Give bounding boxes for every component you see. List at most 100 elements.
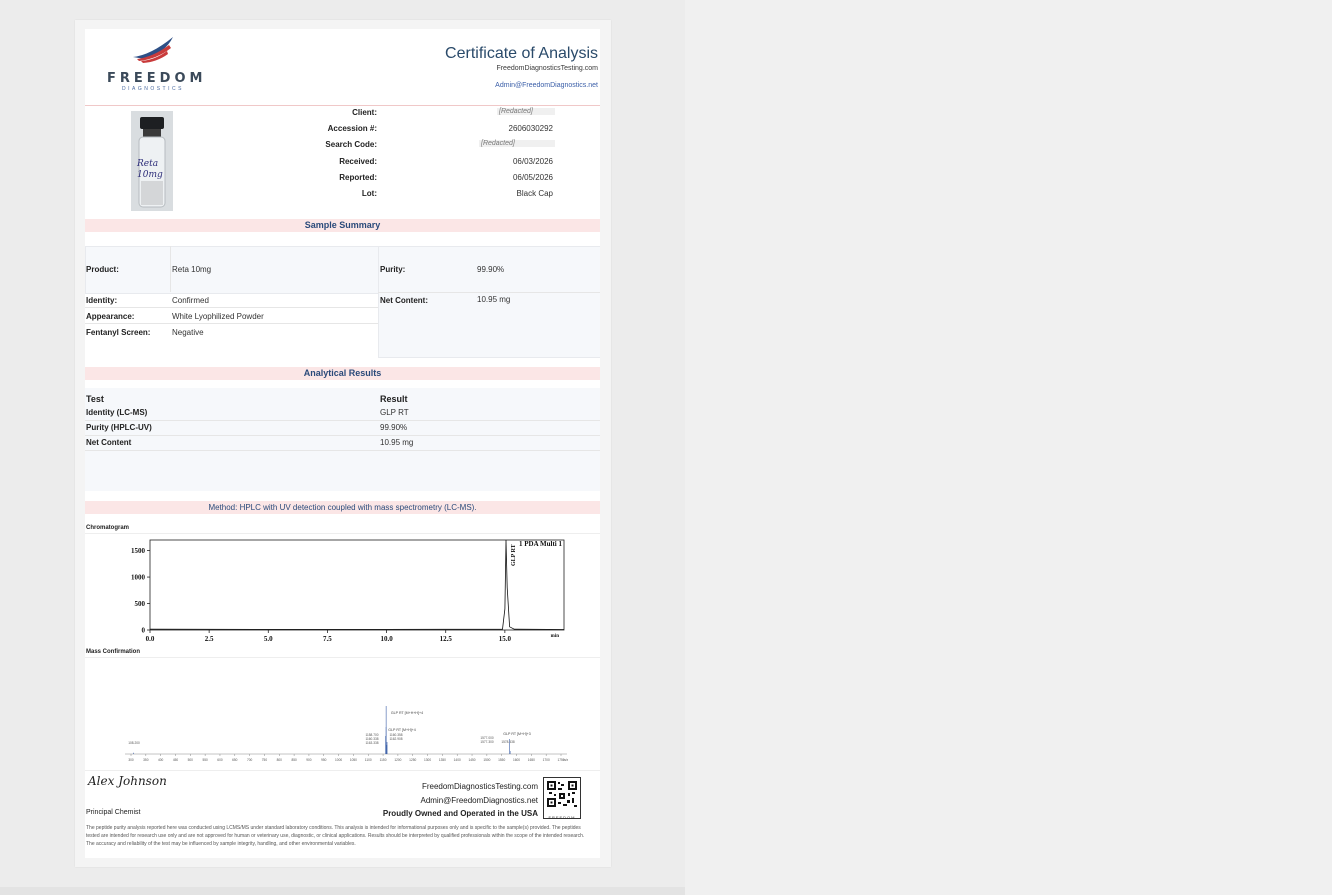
results-col-test: Test — [86, 394, 104, 404]
x-tick-label: 15.0 — [499, 635, 512, 643]
ion-label: GLP RT [M+H]+4 — [388, 728, 416, 732]
appearance-value: White Lyophilized Powder — [172, 312, 264, 321]
qr-code-icon — [547, 781, 577, 807]
ion-label: GLP RT [M+H+H]+4 — [391, 711, 423, 715]
qr-code[interactable]: FREEDOM — [543, 777, 581, 820]
x-tick-label: 2.5 — [205, 635, 214, 643]
mass-x-tick-label: 650 — [232, 758, 238, 762]
mass-x-tick-label: 1100 — [365, 758, 372, 762]
footer-divider — [85, 770, 600, 771]
results-value: 10.95 mg — [380, 438, 414, 447]
mass-x-tick-label: 1450 — [468, 758, 475, 762]
footer-email[interactable]: Admin@FreedomDiagnostics.net — [420, 796, 538, 805]
appearance-rowline — [85, 323, 378, 324]
header-email[interactable]: Admin@FreedomDiagnostics.net — [495, 82, 598, 89]
results-row: Net Content 10.95 mg — [85, 435, 600, 451]
meta-label: Received: — [339, 156, 377, 166]
chromatogram-label: Chromatogram — [86, 525, 130, 531]
document-title: Certificate of Analysis — [445, 45, 598, 62]
mass-x-tick-label: 1150 — [380, 758, 387, 762]
mass-x-tick-label: 550 — [202, 758, 208, 762]
mass-x-tick-label: 900 — [306, 758, 312, 762]
meta-value: 06/05/2026 — [512, 172, 553, 182]
meta-value: 2606030292 — [508, 124, 554, 134]
ion-label: GLP RT [M+H]+3 — [503, 732, 531, 736]
mass-x-tick-label: 1250 — [409, 758, 416, 762]
meta-value: [Redacted] — [479, 140, 555, 148]
meta-label: Search Code: — [325, 140, 377, 150]
purity-rowline — [378, 292, 600, 293]
net-content-label: Net Content: — [380, 296, 428, 305]
mass-x-tick-label: 600 — [217, 758, 223, 762]
viewer-scroll-area[interactable] — [0, 887, 685, 895]
sample-summary-heading: Sample Summary — [85, 219, 600, 232]
mass-x-tick-label: 1600 — [513, 758, 520, 762]
identity-value: Confirmed — [172, 296, 209, 305]
product-divider — [170, 246, 171, 292]
mass-x-tick-label: 450 — [173, 758, 179, 762]
meta-label: Lot: — [361, 189, 377, 198]
vial-photo: Reta 10mg — [131, 111, 173, 211]
mass-x-tick-label: 950 — [321, 758, 327, 762]
meta-value: 06/03/2026 — [512, 156, 553, 166]
meta-label: Client: — [352, 108, 377, 117]
peak-mz-label: 1162.908 — [389, 737, 402, 741]
peak-label: GLP RT — [511, 544, 517, 566]
footer-tagline: Proudly Owned and Operated in the USA — [382, 809, 538, 818]
peak-mz-label: 1577.300 — [480, 740, 494, 744]
mass-x-tick-label: 1200 — [394, 758, 401, 762]
results-test: Purity (HPLC-UV) — [86, 423, 152, 432]
mass-x-tick-label: 850 — [291, 758, 297, 762]
disclaimer-text: The peptide purity analysis reported her… — [86, 825, 585, 847]
x-axis-label: min — [551, 634, 560, 639]
chromatogram-trace — [149, 539, 565, 630]
logo-subtitle: DIAGNOSTICS — [122, 86, 184, 92]
product-value: Reta 10mg — [172, 265, 212, 274]
header-website: FreedomDiagnosticsTesting.com — [496, 65, 598, 72]
mass-x-tick-label: 750 — [262, 758, 268, 762]
method-banner: Method: HPLC with UV detection coupled w… — [85, 501, 600, 514]
results-value: 99.90% — [380, 423, 408, 432]
mass-spectrum-chart: 300 350 400 450 500 550 600 650 700 750 800 850 900 9… — [125, 706, 569, 762]
peak-mz-label: 1163.338 — [365, 741, 378, 745]
y-tick-label: 0 — [142, 627, 146, 635]
meta-label: Accession #: — [327, 124, 377, 134]
logo-wordmark: FREEDOM — [107, 71, 207, 86]
fentanyl-label: Fentanyl Screen: — [86, 328, 151, 337]
y-tick-label: 1000 — [131, 574, 146, 582]
x-tick-label: 0.0 — [146, 635, 155, 643]
x-tick-label: 10.0 — [380, 635, 393, 643]
identity-label: Identity: — [86, 296, 118, 305]
fentanyl-value: Negative — [172, 328, 204, 337]
coa-page: FREEDOM DIAGNOSTICS Certificate of Analy… — [85, 29, 600, 858]
mass-x-tick-label: 800 — [277, 758, 283, 762]
y-tick-label: 1500 — [131, 547, 146, 555]
footer-website[interactable]: FreedomDiagnosticsTesting.com — [422, 782, 538, 791]
mass-x-tick-label: 1400 — [454, 758, 461, 762]
signature: Alex Johnson — [88, 774, 167, 788]
flag-wing-logo-icon — [133, 37, 173, 63]
meta-label: Reported: — [339, 172, 377, 182]
results-col-result: Result — [380, 394, 408, 404]
purity-value: 99.90% — [477, 265, 505, 274]
x-tick-label: 7.5 — [323, 635, 332, 643]
mass-x-tick-label: 300 — [128, 758, 134, 762]
results-value: GLP RT — [380, 408, 409, 417]
x-tick-label: 5.0 — [264, 635, 273, 643]
mass-x-tick-label: 350 — [143, 758, 149, 762]
mass-x-tick-label: 1650 — [528, 758, 535, 762]
meta-value: [Redacted] — [497, 108, 555, 115]
x-tick-label: 12.5 — [440, 635, 453, 643]
chromatogram-chart: 0 500 1000 1500 0.0 2.5 5.0 7.5 10.0 12.5 15.0 min 1… — [131, 539, 565, 643]
y-tick-label: 500 — [135, 600, 146, 608]
mass-x-tick-label: 1500 — [483, 758, 490, 762]
vial-handwritten-label: Reta 10mg — [137, 159, 163, 180]
mass-x-tick-label: 500 — [188, 758, 194, 762]
mass-x-tick-label: 1300 — [424, 758, 431, 762]
detector-label: 1 PDA Multi 1 — [519, 540, 562, 548]
product-cell — [85, 246, 380, 294]
results-row: Purity (HPLC-UV) 99.90% — [85, 420, 600, 436]
mass-axis-unit: m/z — [563, 758, 569, 762]
net-content-value: 10.95 mg — [477, 295, 511, 304]
side-pane — [685, 0, 1332, 895]
